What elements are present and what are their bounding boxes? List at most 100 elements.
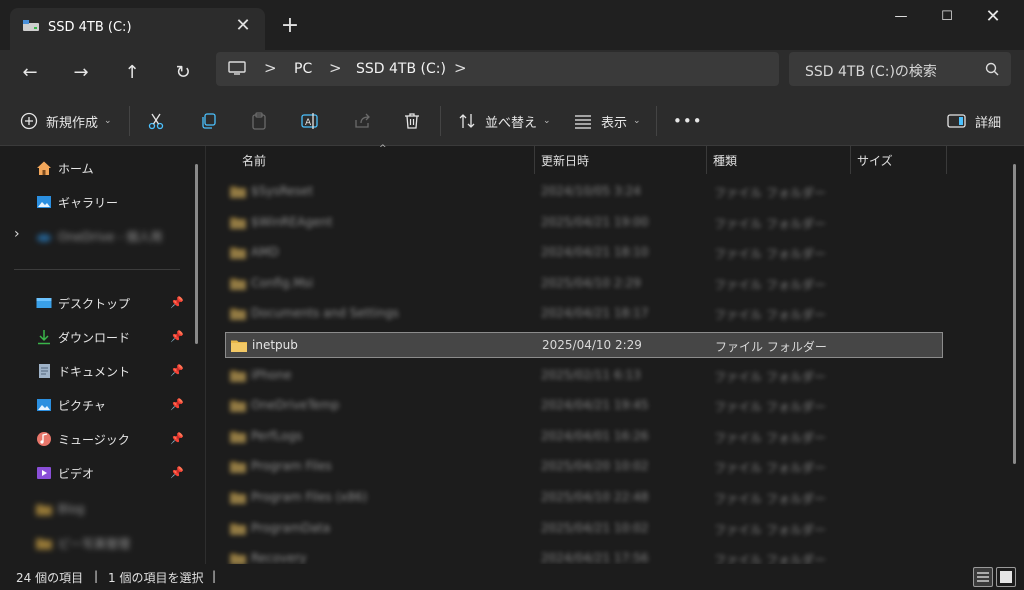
sidebar-item-videos[interactable]: ビデオ [36,462,94,484]
sidebar-item-label: ビデオ [58,466,95,481]
status-bar: 24 個の項目 | 1 個の項目を選択 | [0,564,1024,590]
tab-close-button[interactable]: ✕ [231,14,255,38]
rename-button[interactable]: A [301,108,319,134]
chevron-right-icon[interactable]: > [264,59,277,77]
column-header-name[interactable]: 名前 [242,152,266,169]
table-row[interactable]: $WinREAgent 2025/04/21 19:00 ファイル フォルダー [225,210,943,236]
new-button[interactable]: 新規作成 ⌄ [20,108,112,134]
file-name: Documents and Settings [251,306,399,321]
sidebar-item-documents[interactable]: ドキュメント [36,360,130,382]
details-pane-button[interactable]: 詳細 [947,108,1001,134]
chevron-right-icon[interactable]: > [454,59,467,77]
table-row[interactable]: PerfLogs 2024/04/01 16:26 ファイル フォルダー [225,424,943,450]
scrollbar[interactable] [1013,164,1016,464]
pin-icon[interactable]: 📌 [170,330,184,343]
paste-button[interactable] [250,108,268,134]
details-pane-icon [947,114,966,128]
column-divider[interactable] [706,146,707,174]
table-row[interactable]: Program Files (x86) 2025/04/10 22:48 ファイル … [225,485,943,511]
breadcrumb-pc[interactable]: PC [294,61,312,77]
column-header-modified[interactable]: 更新日時 [541,152,589,169]
breadcrumb-drive[interactable]: SSD 4TB (C:) [356,61,446,77]
back-button[interactable]: ← [13,56,47,90]
file-name: ProgramData [251,520,331,535]
pin-icon[interactable]: 📌 [170,466,184,479]
sidebar-item-folder[interactable]: ピー写真管理 [36,532,130,554]
table-row[interactable]: AMD 2024/04/21 18:10 ファイル フォルダー [225,240,943,266]
plus-circle-icon [20,112,38,130]
file-type: ファイル フォルダー [714,216,826,231]
column-header-size[interactable]: サイズ [857,152,893,169]
view-button[interactable]: 表示 ⌄ [574,108,641,134]
column-divider[interactable] [534,146,535,174]
file-type: ファイル フォルダー [714,522,826,537]
pin-icon[interactable]: 📌 [170,364,184,377]
maximize-button[interactable]: ☐ [924,0,970,34]
preview-view-button[interactable] [996,567,1016,587]
address-bar[interactable]: > PC > SSD 4TB (C:) > [216,52,779,86]
file-type: ファイル フォルダー [714,186,826,200]
sidebar-item-label: ダウンロード [58,330,131,345]
column-header-type[interactable]: 種類 [713,152,737,169]
cut-button[interactable] [147,108,165,134]
copy-button[interactable] [199,108,217,134]
pictures-icon [37,399,51,411]
file-type: ファイル フォルダー [714,461,826,476]
table-row[interactable]: iPhone 2025/02/11 6:13 ファイル フォルダー [225,363,943,389]
table-row[interactable]: Config.Msi 2025/04/10 2:29 ファイル フォルダー [225,271,943,297]
table-row[interactable]: Program Files 2025/04/20 10:02 ファイル フォルダー [225,454,943,480]
table-row[interactable]: ProgramData 2025/04/21 10:02 ファイル フォルダー [225,516,943,542]
column-divider[interactable] [850,146,851,174]
table-row[interactable]: OneDriveTemp 2024/04/21 19:45 ファイル フォルダー [225,393,943,419]
sidebar-item-downloads[interactable]: ダウンロード [36,326,130,348]
tab-ssd[interactable]: SSD 4TB (C:) ✕ [10,8,265,50]
refresh-button[interactable]: ↻ [166,56,200,90]
search-input[interactable]: SSD 4TB (C:)の検索 [805,61,937,81]
forward-button[interactable]: → [64,56,98,90]
sidebar-item-gallery[interactable]: ギャラリー [36,191,118,213]
minimize-button[interactable]: — [878,0,924,34]
file-list: ^ 名前 更新日時 種類 サイズ $SysReset 2024/10/05 3:2… [207,144,1024,567]
column-divider[interactable] [946,146,947,174]
folder-icon [231,340,247,352]
close-window-button[interactable]: ✕ [970,0,1016,34]
folder-icon [230,523,246,535]
delete-button[interactable] [403,108,421,134]
folder-icon [230,400,246,413]
sidebar-item-pictures[interactable]: ピクチャ [36,394,106,416]
copy-icon [202,113,216,129]
sort-button[interactable]: 並べ替え ⌄ [458,108,551,134]
share-button[interactable] [353,108,371,134]
details-view-button[interactable] [973,567,993,587]
pin-icon[interactable]: 📌 [170,398,184,411]
expand-chevron-icon[interactable]: › [14,226,20,242]
sidebar-item-folder[interactable]: Blog [36,498,85,520]
sidebar-item-home[interactable]: ホーム [36,157,94,179]
file-type: ファイル フォルダー [714,277,826,292]
sidebar-item-desktop[interactable]: デスクトップ [36,292,130,314]
table-row[interactable]: $SysReset 2024/10/05 3:24 ファイル フォルダー [225,179,943,205]
sidebar-item-onedrive[interactable]: OneDrive - 個人用 [36,225,162,247]
sidebar-item-label: Blog [58,502,85,516]
sidebar-item-label: ドキュメント [58,364,131,379]
home-icon [37,161,51,175]
file-name: AMD [251,245,279,260]
view-label: 表示 [601,115,628,131]
scrollbar[interactable] [195,164,198,344]
new-tab-button[interactable]: + [276,12,304,40]
file-name: $WinREAgent [251,214,333,229]
more-options-button[interactable]: ••• [673,108,703,134]
folder-icon [230,492,246,504]
up-button[interactable]: ↑ [115,56,149,90]
sidebar-item-music[interactable]: ミュージック [36,428,130,450]
pin-icon[interactable]: 📌 [170,432,184,445]
file-modified: 2025/04/21 10:02 [541,520,649,535]
table-row[interactable]: Documents and Settings 2024/04/21 18:17 ファ… [225,301,943,327]
chevron-right-icon[interactable]: > [329,59,342,77]
table-row-selected[interactable]: inetpub 2025/04/10 2:29 ファイル フォルダー [225,332,943,358]
file-modified: 2024/04/21 19:45 [541,398,649,413]
folder-icon [230,278,246,290]
file-name: Program Files (x86) [251,490,368,504]
pin-icon[interactable]: 📌 [170,296,184,309]
search-box[interactable]: SSD 4TB (C:)の検索 [789,52,1011,86]
